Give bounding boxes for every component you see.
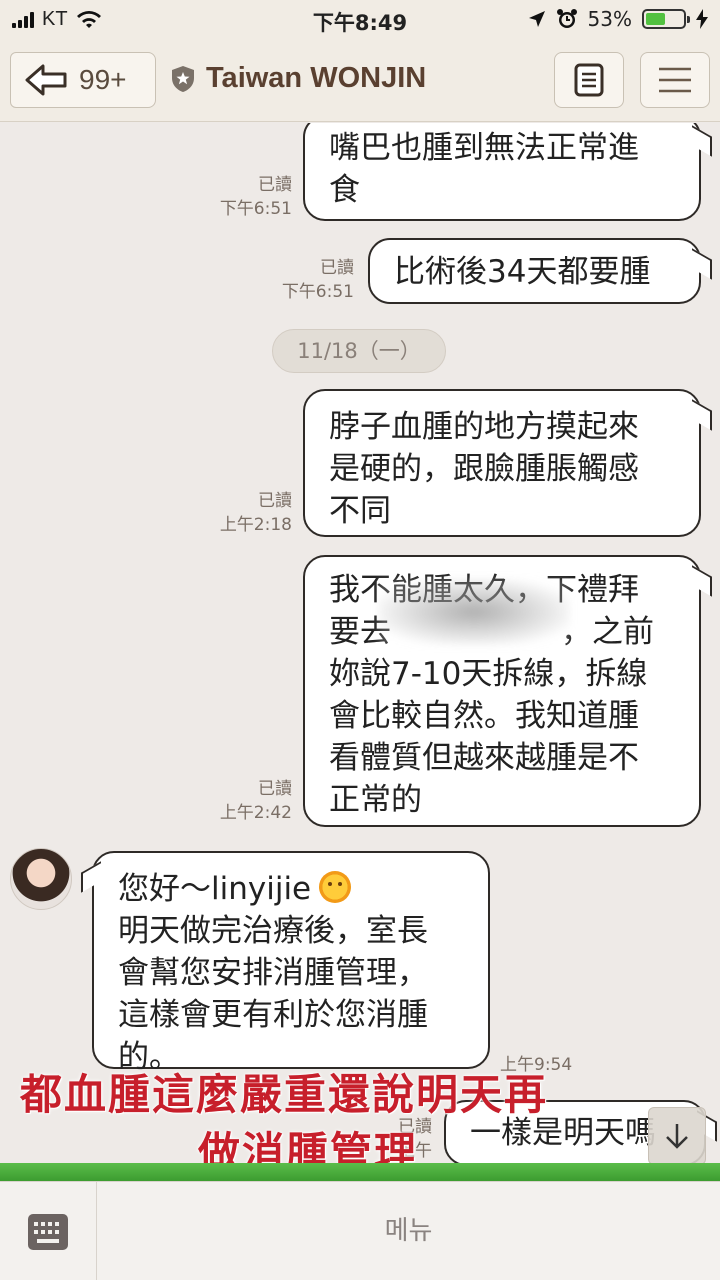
sun-emoji-icon <box>319 871 352 903</box>
message-bubble[interactable]: 比術後34天都要腫 <box>368 238 701 304</box>
message-line: 您好～linyijie <box>118 868 464 910</box>
status-bar: KT 下午8:49 53% <box>0 0 720 42</box>
message-time: 上午2:42 <box>219 803 292 823</box>
menu-icon <box>659 67 691 93</box>
unread-count: 99+ <box>79 64 127 95</box>
green-strip <box>0 1163 720 1181</box>
battery-icon <box>642 9 690 29</box>
annotation-line-1: 都血腫這麼嚴重還說明天再 <box>20 1070 549 1119</box>
message-time: 上午2:18 <box>219 515 292 535</box>
charging-icon <box>696 9 708 29</box>
scroll-down-button[interactable] <box>648 1107 706 1165</box>
message-line: 明天做完治療後，室長 <box>118 913 428 949</box>
bottom-bar: 메뉴 <box>0 1181 720 1280</box>
message-fragment: ，之前 <box>561 614 654 650</box>
avatar[interactable] <box>10 848 72 910</box>
chat-title[interactable]: Taiwan WONJIN <box>170 62 426 95</box>
scroll-down-icon <box>666 1124 688 1149</box>
shield-star-icon <box>172 65 194 92</box>
message-bubble[interactable]: 您好～linyijie 明天做完治療後，室長 會幫您安排消腫管理， 這樣會更有利… <box>92 851 490 1075</box>
message-time: 下午6:51 <box>219 199 292 219</box>
back-arrow-icon <box>25 64 67 96</box>
message-time: 下午6:51 <box>281 282 354 302</box>
message-line: 嘴巴也腫到無法正常進 <box>329 130 639 166</box>
message-line: 看體質但越來越腫是不 <box>329 740 639 776</box>
back-button[interactable]: 99+ <box>10 52 156 108</box>
battery-percent: 53% <box>587 7 632 31</box>
read-receipt: 已讀 <box>258 175 292 195</box>
location-icon <box>528 11 545 27</box>
message-line: 這樣會更有利於您消腫 <box>118 997 428 1033</box>
note-icon <box>574 63 604 97</box>
message-line: 正常的 <box>329 782 422 818</box>
redaction-blur <box>378 579 570 645</box>
message-line: 食 <box>329 172 360 208</box>
chat-title-text: Taiwan WONJIN <box>206 62 427 94</box>
status-right: 53% <box>528 7 708 31</box>
alarm-icon <box>556 9 577 28</box>
read-receipt: 已讀 <box>320 258 354 278</box>
message-meta: 已讀 上午2:18 <box>200 489 292 537</box>
menu-button[interactable] <box>640 52 710 108</box>
message-line: 比術後34天都要腫 <box>394 254 651 290</box>
message-line: 妳說7-10天拆線，拆線 <box>329 656 648 692</box>
message-line: 脖子血腫的地方摸起來 <box>329 409 639 445</box>
message-line: 不同 <box>329 493 391 529</box>
message-line: 會比較自然。我知道腫 <box>329 698 639 734</box>
message-meta: 已讀 下午6:51 <box>200 173 292 221</box>
chat-area[interactable]: 嘴巴也腫到無法正常進 食 已讀 下午6:51 比術後34天都要腫 已讀 下午6:… <box>0 123 720 1180</box>
message-bubble[interactable]: 脖子血腫的地方摸起來 是硬的，跟臉腫脹觸感 不同 <box>303 389 701 537</box>
bottom-menu-label[interactable]: 메뉴 <box>97 1182 720 1280</box>
note-button[interactable] <box>554 52 624 108</box>
message-line: 會幫您安排消腫管理， <box>118 955 428 991</box>
message-text: 您好～linyijie <box>118 871 312 907</box>
message-meta: 已讀 下午6:51 <box>262 256 354 304</box>
keyboard-icon <box>28 1213 68 1250</box>
date-divider: 11/18（一） <box>272 329 446 373</box>
chat-header: 99+ Taiwan WONJIN <box>0 42 720 122</box>
read-receipt: 已讀 <box>258 779 292 799</box>
keyboard-button[interactable] <box>0 1182 97 1280</box>
read-receipt: 已讀 <box>258 491 292 511</box>
message-meta: 已讀 上午2:42 <box>200 777 292 825</box>
message-bubble[interactable]: 嘴巴也腫到無法正常進 食 <box>303 123 701 221</box>
message-line: 是硬的，跟臉腫脹觸感 <box>329 451 639 487</box>
